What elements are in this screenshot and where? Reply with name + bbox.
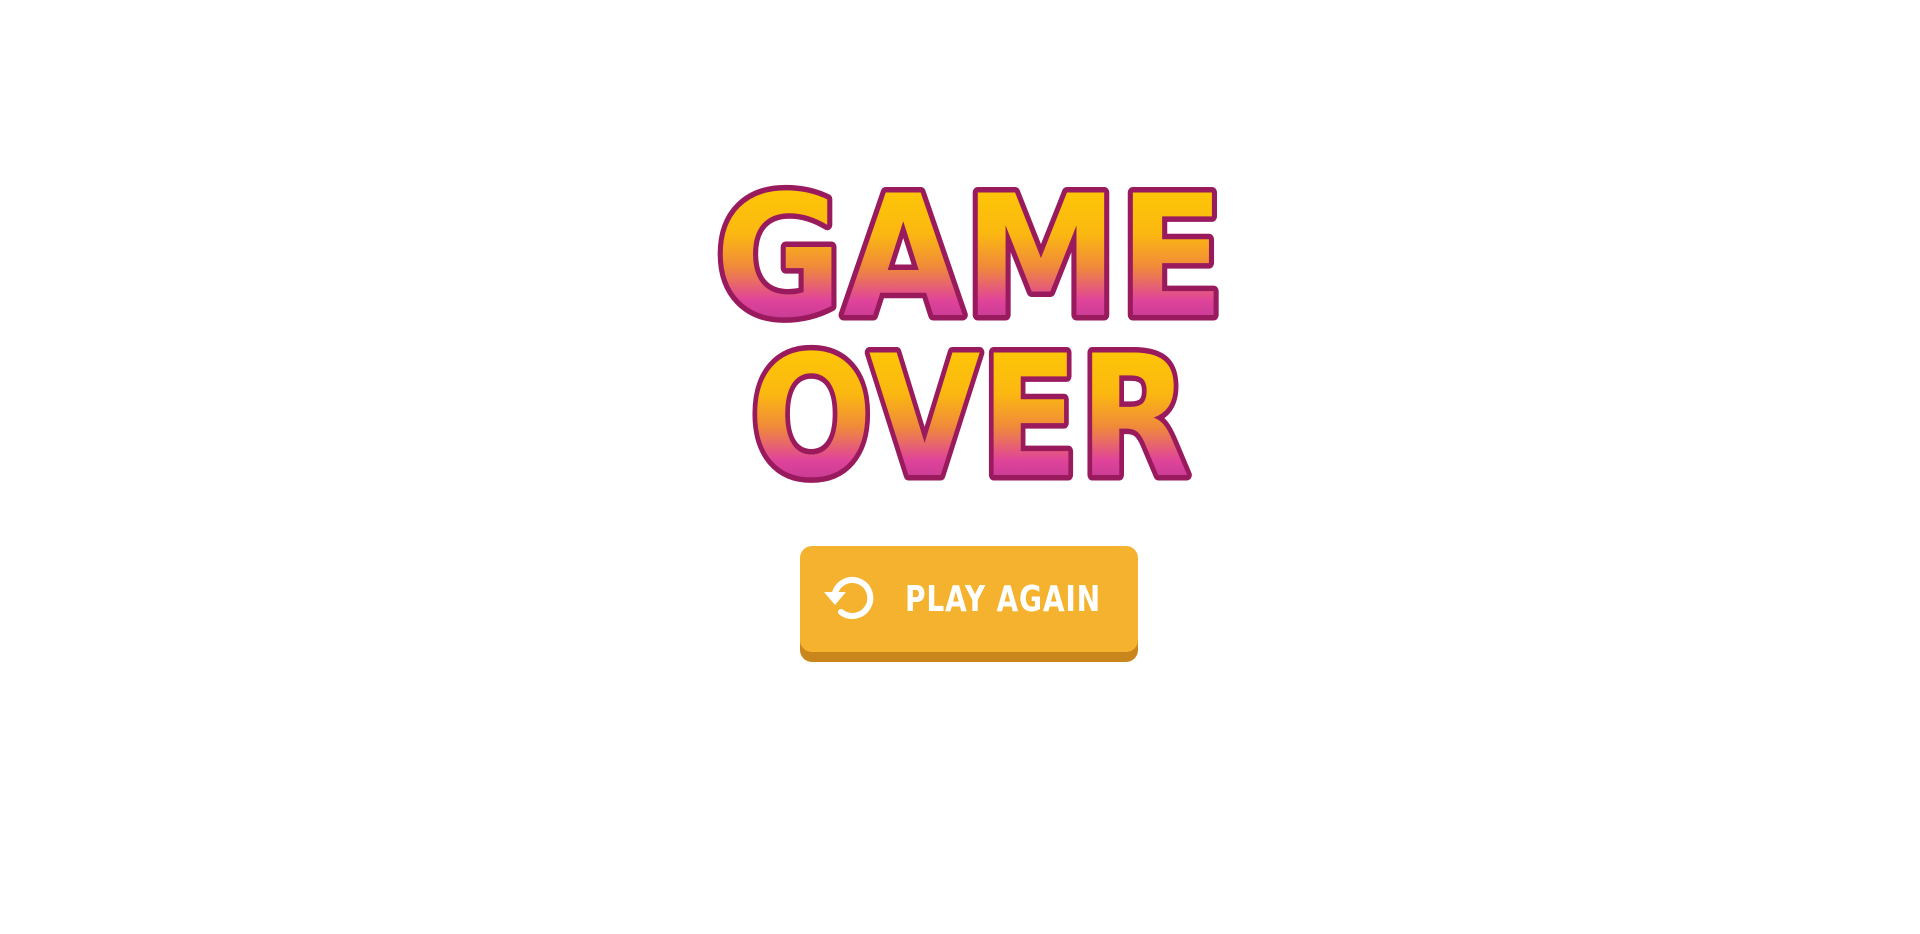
game-over-screen: GAME OVER Play Again: [0, 0, 1920, 934]
game-over-title: GAME OVER: [700, 154, 1240, 521]
play-again-button[interactable]: Play Again: [800, 546, 1138, 652]
title-line-over: OVER: [750, 319, 1190, 515]
restart-icon: [821, 569, 881, 629]
play-again-label: Play Again: [905, 578, 1102, 620]
